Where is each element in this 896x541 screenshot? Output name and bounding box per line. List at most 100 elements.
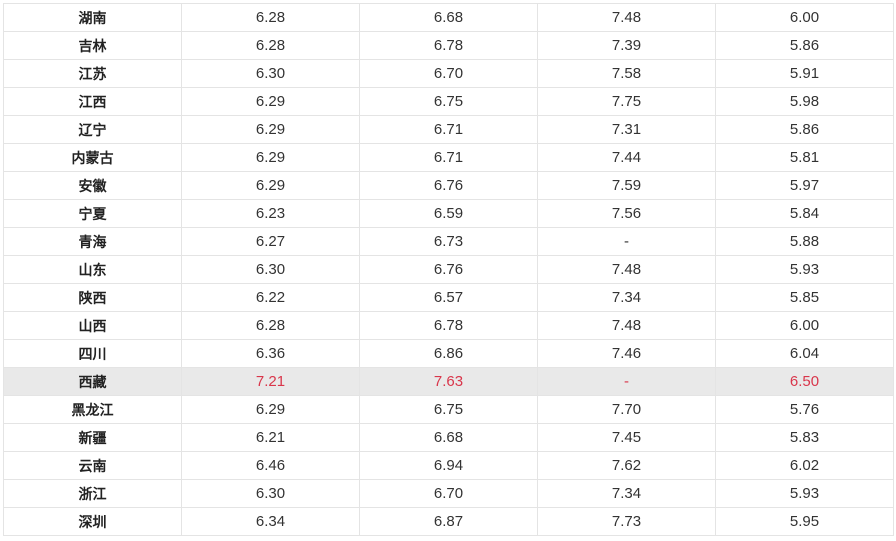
price-cell: 6.75 <box>359 395 538 424</box>
price-cell: 6.68 <box>359 3 538 32</box>
price-cell: 6.57 <box>359 283 538 312</box>
price-cell: 7.31 <box>537 115 716 144</box>
price-cell: 6.21 <box>181 423 360 452</box>
price-cell: 6.68 <box>359 423 538 452</box>
table-row: 新疆 6.21 6.68 7.45 5.83 <box>3 423 894 452</box>
price-cell: 5.95 <box>715 507 894 536</box>
price-cell: 7.39 <box>537 31 716 60</box>
price-cell: - <box>537 367 716 396</box>
table-row: 安徽 6.29 6.76 7.59 5.97 <box>3 171 894 200</box>
price-cell: 7.73 <box>537 507 716 536</box>
table-row: 江苏 6.30 6.70 7.58 5.91 <box>3 59 894 88</box>
table-row: 辽宁 6.29 6.71 7.31 5.86 <box>3 115 894 144</box>
price-cell: 6.94 <box>359 451 538 480</box>
table-row: 四川 6.36 6.86 7.46 6.04 <box>3 339 894 368</box>
price-cell: 7.21 <box>181 367 360 396</box>
price-cell: 7.59 <box>537 171 716 200</box>
price-cell: 6.71 <box>359 143 538 172</box>
price-cell: 5.88 <box>715 227 894 256</box>
table-row-highlighted: 西藏 7.21 7.63 - 6.50 <box>3 367 894 396</box>
price-cell: 7.62 <box>537 451 716 480</box>
price-cell: 5.86 <box>715 31 894 60</box>
region-cell: 辽宁 <box>3 115 182 144</box>
price-cell: 6.59 <box>359 199 538 228</box>
price-cell: 7.58 <box>537 59 716 88</box>
table-row: 江西 6.29 6.75 7.75 5.98 <box>3 87 894 116</box>
price-cell: 6.30 <box>181 255 360 284</box>
region-cell: 云南 <box>3 451 182 480</box>
table-row: 山西 6.28 6.78 7.48 6.00 <box>3 311 894 340</box>
table-row: 云南 6.46 6.94 7.62 6.02 <box>3 451 894 480</box>
price-cell: 5.98 <box>715 87 894 116</box>
price-cell: 6.28 <box>181 31 360 60</box>
price-cell: - <box>537 227 716 256</box>
price-cell: 7.63 <box>359 367 538 396</box>
price-cell: 6.78 <box>359 31 538 60</box>
price-cell: 6.71 <box>359 115 538 144</box>
region-cell: 山西 <box>3 311 182 340</box>
price-cell: 6.34 <box>181 507 360 536</box>
price-cell: 6.29 <box>181 171 360 200</box>
price-cell: 6.36 <box>181 339 360 368</box>
price-cell: 6.04 <box>715 339 894 368</box>
price-cell: 5.93 <box>715 479 894 508</box>
price-cell: 6.00 <box>715 3 894 32</box>
region-cell: 深圳 <box>3 507 182 536</box>
table-row: 黑龙江 6.29 6.75 7.70 5.76 <box>3 395 894 424</box>
price-cell: 5.91 <box>715 59 894 88</box>
price-cell: 7.44 <box>537 143 716 172</box>
price-cell: 7.48 <box>537 3 716 32</box>
table-row: 吉林 6.28 6.78 7.39 5.86 <box>3 31 894 60</box>
price-cell: 6.28 <box>181 3 360 32</box>
price-cell: 6.29 <box>181 143 360 172</box>
price-cell: 7.45 <box>537 423 716 452</box>
region-cell: 安徽 <box>3 171 182 200</box>
price-cell: 5.84 <box>715 199 894 228</box>
price-cell: 6.76 <box>359 171 538 200</box>
fuel-price-table: 湖南 6.28 6.68 7.48 6.00 吉林 6.28 6.78 7.39… <box>3 3 894 536</box>
region-cell: 宁夏 <box>3 199 182 228</box>
price-cell: 6.70 <box>359 479 538 508</box>
price-cell: 6.46 <box>181 451 360 480</box>
price-cell: 5.97 <box>715 171 894 200</box>
price-cell: 6.22 <box>181 283 360 312</box>
price-cell: 5.93 <box>715 255 894 284</box>
region-cell: 四川 <box>3 339 182 368</box>
price-cell: 6.23 <box>181 199 360 228</box>
price-cell: 7.48 <box>537 255 716 284</box>
table-row: 内蒙古 6.29 6.71 7.44 5.81 <box>3 143 894 172</box>
price-cell: 5.83 <box>715 423 894 452</box>
region-cell: 西藏 <box>3 367 182 396</box>
region-cell: 青海 <box>3 227 182 256</box>
region-cell: 新疆 <box>3 423 182 452</box>
table-row: 陕西 6.22 6.57 7.34 5.85 <box>3 283 894 312</box>
price-cell: 7.48 <box>537 311 716 340</box>
price-cell: 6.00 <box>715 311 894 340</box>
price-cell: 6.27 <box>181 227 360 256</box>
region-cell: 山东 <box>3 255 182 284</box>
price-cell: 6.76 <box>359 255 538 284</box>
price-cell: 5.85 <box>715 283 894 312</box>
price-cell: 6.70 <box>359 59 538 88</box>
price-cell: 6.73 <box>359 227 538 256</box>
region-cell: 黑龙江 <box>3 395 182 424</box>
table-row: 青海 6.27 6.73 - 5.88 <box>3 227 894 256</box>
price-cell: 7.56 <box>537 199 716 228</box>
price-cell: 6.28 <box>181 311 360 340</box>
price-cell: 7.70 <box>537 395 716 424</box>
price-cell: 7.46 <box>537 339 716 368</box>
price-cell: 6.87 <box>359 507 538 536</box>
price-cell: 6.29 <box>181 395 360 424</box>
price-cell: 5.86 <box>715 115 894 144</box>
price-cell: 6.78 <box>359 311 538 340</box>
price-cell: 6.86 <box>359 339 538 368</box>
price-cell: 5.81 <box>715 143 894 172</box>
price-cell: 6.29 <box>181 115 360 144</box>
price-cell: 6.75 <box>359 87 538 116</box>
price-cell: 7.34 <box>537 283 716 312</box>
table-row: 山东 6.30 6.76 7.48 5.93 <box>3 255 894 284</box>
region-cell: 江苏 <box>3 59 182 88</box>
table-body: 湖南 6.28 6.68 7.48 6.00 吉林 6.28 6.78 7.39… <box>3 3 894 536</box>
region-cell: 湖南 <box>3 3 182 32</box>
table-row: 深圳 6.34 6.87 7.73 5.95 <box>3 507 894 536</box>
